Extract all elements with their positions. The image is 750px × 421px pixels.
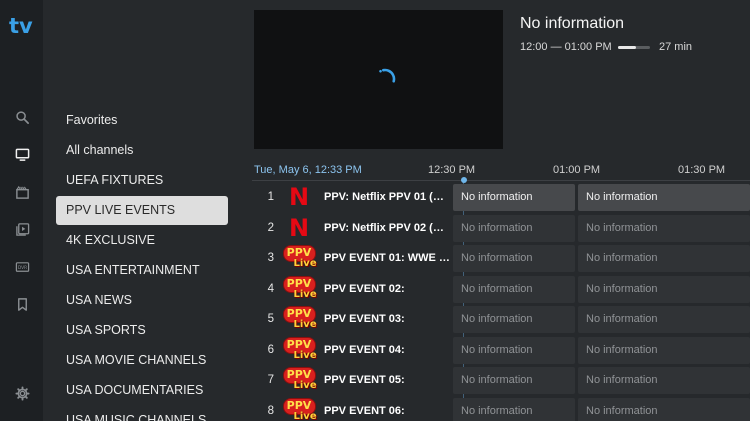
channel-number: 3 — [267, 252, 274, 264]
program-cell[interactable]: No information — [578, 276, 750, 303]
channel-name: PPV: Netflix PPV 02 (Ev... — [324, 222, 450, 234]
video-library-icon[interactable] — [13, 220, 31, 238]
category-usa-movie-channels[interactable]: USA MOVIE CHANNELS — [56, 346, 228, 375]
channel-name: PPV EVENT 02: — [324, 283, 405, 295]
video-preview[interactable] — [254, 10, 503, 149]
channel-number: 2 — [267, 222, 274, 234]
channel-number: 5 — [267, 313, 274, 325]
channel-number: 1 — [267, 191, 274, 203]
program-cell[interactable]: No information — [578, 306, 750, 333]
program-cell[interactable]: No information — [453, 306, 575, 333]
channel-name: PPV EVENT 06: — [324, 405, 405, 417]
app-logo: tv — [9, 14, 33, 38]
channel-number: 8 — [267, 405, 274, 417]
channel-row[interactable]: 4 PPV Live PPV EVENT 02: No information N… — [252, 275, 750, 304]
ppv-live-logo: PPV Live — [282, 245, 317, 272]
program-cell[interactable]: No information — [453, 367, 575, 394]
channel-row[interactable]: 1 N PPV: Netflix PPV 01 (Ev... No inform… — [252, 183, 750, 212]
channel-row[interactable]: 8 PPV Live PPV EVENT 06: No information N… — [252, 397, 750, 421]
category-all-channels[interactable]: All channels — [56, 136, 228, 165]
ppv-live-logo: PPV Live — [282, 398, 317, 421]
ppv-live-logo: PPV Live — [282, 367, 317, 394]
program-cell[interactable]: No information — [453, 398, 575, 421]
program-cell[interactable]: No information — [453, 276, 575, 303]
settings-icon[interactable] — [13, 384, 31, 402]
search-icon[interactable] — [13, 108, 31, 126]
loading-spinner-icon — [379, 68, 396, 89]
svg-text:DVR: DVR — [17, 265, 26, 271]
program-time-range: 12:00 — 01:00 PM — [520, 41, 612, 53]
timeline-tick: 01:30 PM — [678, 164, 726, 176]
netflix-logo: N — [288, 183, 310, 211]
timeline-tick: 01:00 PM — [553, 164, 601, 176]
program-progress-bar — [618, 46, 650, 49]
category-ppv-live-events[interactable]: PPV LIVE EVENTS — [56, 196, 228, 225]
program-title: No information — [520, 15, 625, 32]
channel-number: 6 — [267, 344, 274, 356]
timeline-tick: 12:30 PM — [428, 164, 476, 176]
category-usa-sports[interactable]: USA SPORTS — [56, 316, 228, 345]
ppv-live-logo: PPV Live — [282, 306, 317, 333]
netflix-logo: N — [288, 214, 310, 242]
channel-name: PPV EVENT 01: WWE M... — [324, 252, 450, 264]
channel-row[interactable]: 2 N PPV: Netflix PPV 02 (Ev... No inform… — [252, 214, 750, 243]
program-progress-fill — [618, 46, 636, 49]
channel-row[interactable]: 5 PPV Live PPV EVENT 03: No information N… — [252, 305, 750, 334]
bookmark-icon[interactable] — [13, 295, 31, 313]
program-cell[interactable]: No information — [453, 184, 575, 211]
program-cell[interactable]: No information — [578, 245, 750, 272]
tv-guide-screen: tv DVR Favorites All channels UEFA FIXTU… — [0, 0, 750, 421]
program-cell[interactable]: No information — [453, 215, 575, 242]
category-usa-documentaries[interactable]: USA DOCUMENTARIES — [56, 376, 228, 405]
channel-row[interactable]: 7 PPV Live PPV EVENT 05: No information N… — [252, 366, 750, 395]
channel-name: PPV EVENT 05: — [324, 374, 405, 386]
program-cell[interactable]: No information — [578, 337, 750, 364]
category-usa-music-channels[interactable]: USA MUSIC CHANNELS — [56, 406, 228, 421]
dvr-icon[interactable]: DVR — [13, 258, 31, 276]
channel-number: 4 — [267, 283, 274, 295]
nav-rail: tv DVR — [0, 0, 43, 421]
channel-name: PPV EVENT 04: — [324, 344, 405, 356]
timeline-axis — [252, 180, 750, 181]
program-cell[interactable]: No information — [578, 184, 750, 211]
category-usa-news[interactable]: USA NEWS — [56, 286, 228, 315]
program-cell[interactable]: No information — [578, 215, 750, 242]
channel-number: 7 — [267, 374, 274, 386]
program-cell[interactable]: No information — [578, 367, 750, 394]
channel-name: PPV: Netflix PPV 01 (Ev... — [324, 191, 450, 203]
channel-row[interactable]: 3 PPV Live PPV EVENT 01: WWE M... No info… — [252, 244, 750, 273]
program-cell[interactable]: No information — [578, 398, 750, 421]
channel-name: PPV EVENT 03: — [324, 313, 405, 325]
category-favorites[interactable]: Favorites — [56, 106, 228, 135]
program-remaining: 27 min — [659, 41, 693, 53]
program-cell[interactable]: No information — [453, 245, 575, 272]
current-date-time: Tue, May 6, 12:33 PM — [254, 164, 362, 176]
category-uefa-fixtures[interactable]: UEFA FIXTURES — [56, 166, 228, 195]
program-cell[interactable]: No information — [453, 337, 575, 364]
movie-icon[interactable] — [13, 183, 31, 201]
category-4k-exclusive[interactable]: 4K EXCLUSIVE — [56, 226, 228, 255]
channel-row[interactable]: 6 PPV Live PPV EVENT 04: No information N… — [252, 336, 750, 365]
tv-icon[interactable] — [13, 145, 31, 163]
ppv-live-logo: PPV Live — [282, 276, 317, 303]
category-usa-entertainment[interactable]: USA ENTERTAINMENT — [56, 256, 228, 285]
ppv-live-logo: PPV Live — [282, 337, 317, 364]
